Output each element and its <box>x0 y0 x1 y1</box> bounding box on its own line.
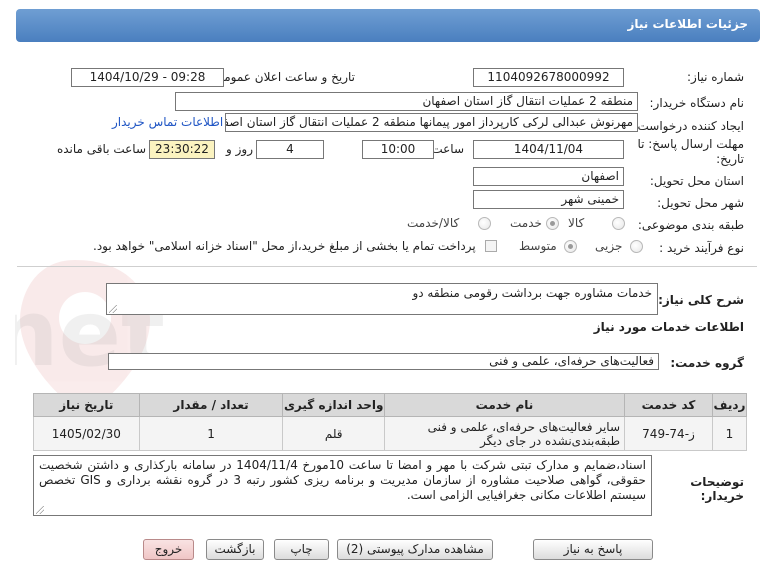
contact-buyer-link[interactable]: اطلاعات تماس خریدار <box>112 115 223 129</box>
category-label: طبقه بندی موضوعی: <box>637 218 744 232</box>
treasury-payment-checkbox[interactable] <box>485 240 497 252</box>
buyer-org-label: نام دستگاه خریدار: <box>649 96 745 110</box>
remaining-label: ساعت باقی مانده <box>56 142 146 156</box>
reply-to-need-button[interactable]: پاسخ به نیاز <box>533 539 653 560</box>
category-option-goods-service: کالا/خدمت <box>407 216 460 230</box>
province-label: استان محل تحویل: <box>649 174 744 188</box>
page-title: جزئیات اطلاعات نیاز <box>627 17 748 31</box>
table-row: 1 ز-74-749 سایر فعالیت‌های حرفه‌ای، علمی… <box>33 416 748 451</box>
category-option-service: خدمت <box>510 216 542 230</box>
page-header: جزئیات اطلاعات نیاز <box>16 9 760 42</box>
deadline-label-2: تاریخ: <box>716 152 744 166</box>
summary-text: خدمات مشاوره جهت برداشت رقومی منطقه دو <box>412 286 652 300</box>
col-header-quantity: تعداد / مقدار <box>138 393 284 417</box>
col-header-unit: واحد اندازه گیری <box>282 393 385 417</box>
city-field: خمینی شهر <box>473 190 624 209</box>
province-field: اصفهان <box>473 167 624 186</box>
service-group-field: فعالیت‌های حرفه‌ای، علمی و فنی <box>108 353 659 370</box>
buyer-notes-textarea: اسناد،ضمایم و مدارک تبتی شرکت با مهر و ا… <box>33 455 652 516</box>
resize-grip-icon[interactable] <box>109 305 117 313</box>
need-number-field: 1104092678000992 <box>473 68 624 87</box>
service-group-label: گروه خدمت: <box>670 356 744 370</box>
cell-need-date: 1405/02/30 <box>33 416 140 451</box>
cell-unit: قلم <box>282 416 385 451</box>
services-table: ردیف کد خدمت نام خدمت واحد اندازه گیری ت… <box>33 393 748 451</box>
table-header-row: ردیف کد خدمت نام خدمت واحد اندازه گیری ت… <box>33 393 748 417</box>
notes-label: توضیحات <box>690 475 744 489</box>
cell-row-number: 1 <box>711 416 748 451</box>
category-radio-service[interactable] <box>546 217 559 230</box>
remaining-time-field: 23:30:22 <box>149 140 215 159</box>
cell-service-code: ز-74-749 <box>624 416 713 451</box>
process-label: نوع فرآیند خرید : <box>659 241 744 255</box>
view-attachments-button[interactable]: مشاهده مدارک پیوستی (2) <box>337 539 493 560</box>
treasury-payment-note: پرداخت تمام یا بخشی از مبلغ خرید،از محل … <box>93 239 476 253</box>
announce-field: 1404/10/29 - 09:28 <box>71 68 224 87</box>
buyer-org-field: منطقه 2 عملیات انتقال گاز استان اصفهان <box>175 92 638 111</box>
cell-quantity: 1 <box>138 416 284 451</box>
cell-service-name: سایر فعالیت‌های حرفه‌ای، علمی و فنی طبقه… <box>383 416 626 451</box>
requester-field: مهرنوش عبدالی لرکی کارپرداز امور پیمانها… <box>225 113 638 132</box>
need-number-label: شماره نیاز: <box>687 70 744 84</box>
deadline-time-label: ساعت <box>431 142 464 156</box>
col-header-service-code: کد خدمت <box>624 393 713 417</box>
process-radio-minor[interactable] <box>630 240 643 253</box>
back-button[interactable]: بازگشت <box>206 539 264 560</box>
col-header-need-date: تاریخ نیاز <box>33 393 140 417</box>
deadline-label: مهلت ارسال پاسخ: تا <box>637 137 744 151</box>
category-option-goods: کالا <box>568 216 585 230</box>
category-radio-goods-service[interactable] <box>478 217 491 230</box>
days-label: روز و <box>226 142 253 156</box>
col-header-row-number: ردیف <box>711 393 748 417</box>
process-radio-medium[interactable] <box>564 240 577 253</box>
services-section-title: اطلاعات خدمات مورد نیاز <box>593 320 744 334</box>
city-label: شهر محل تحویل: <box>657 196 744 210</box>
process-option-minor: جزیی <box>595 239 623 253</box>
category-radio-goods[interactable] <box>612 217 625 230</box>
days-remaining-field: 4 <box>256 140 324 159</box>
deadline-date-field: 1404/11/04 <box>473 140 624 159</box>
process-option-medium: متوسط <box>519 239 557 253</box>
announce-label: تاریخ و ساعت اعلان عمومی: <box>210 70 355 84</box>
resize-grip-icon[interactable] <box>36 506 44 514</box>
summary-label: شرح کلی نیاز: <box>658 293 744 307</box>
buyer-notes-text: اسناد،ضمایم و مدارک تبتی شرکت با مهر و ا… <box>39 458 647 502</box>
col-header-service-name: نام خدمت <box>383 393 626 417</box>
deadline-time-field: 10:00 <box>362 140 434 159</box>
requester-label: ایجاد کننده درخواست: <box>633 119 744 133</box>
divider <box>17 266 757 267</box>
summary-textarea: خدمات مشاوره جهت برداشت رقومی منطقه دو <box>106 283 658 315</box>
print-button[interactable]: چاپ <box>274 539 329 560</box>
exit-button[interactable]: خروج <box>143 539 194 560</box>
notes-label-2: خریدار: <box>700 489 744 503</box>
